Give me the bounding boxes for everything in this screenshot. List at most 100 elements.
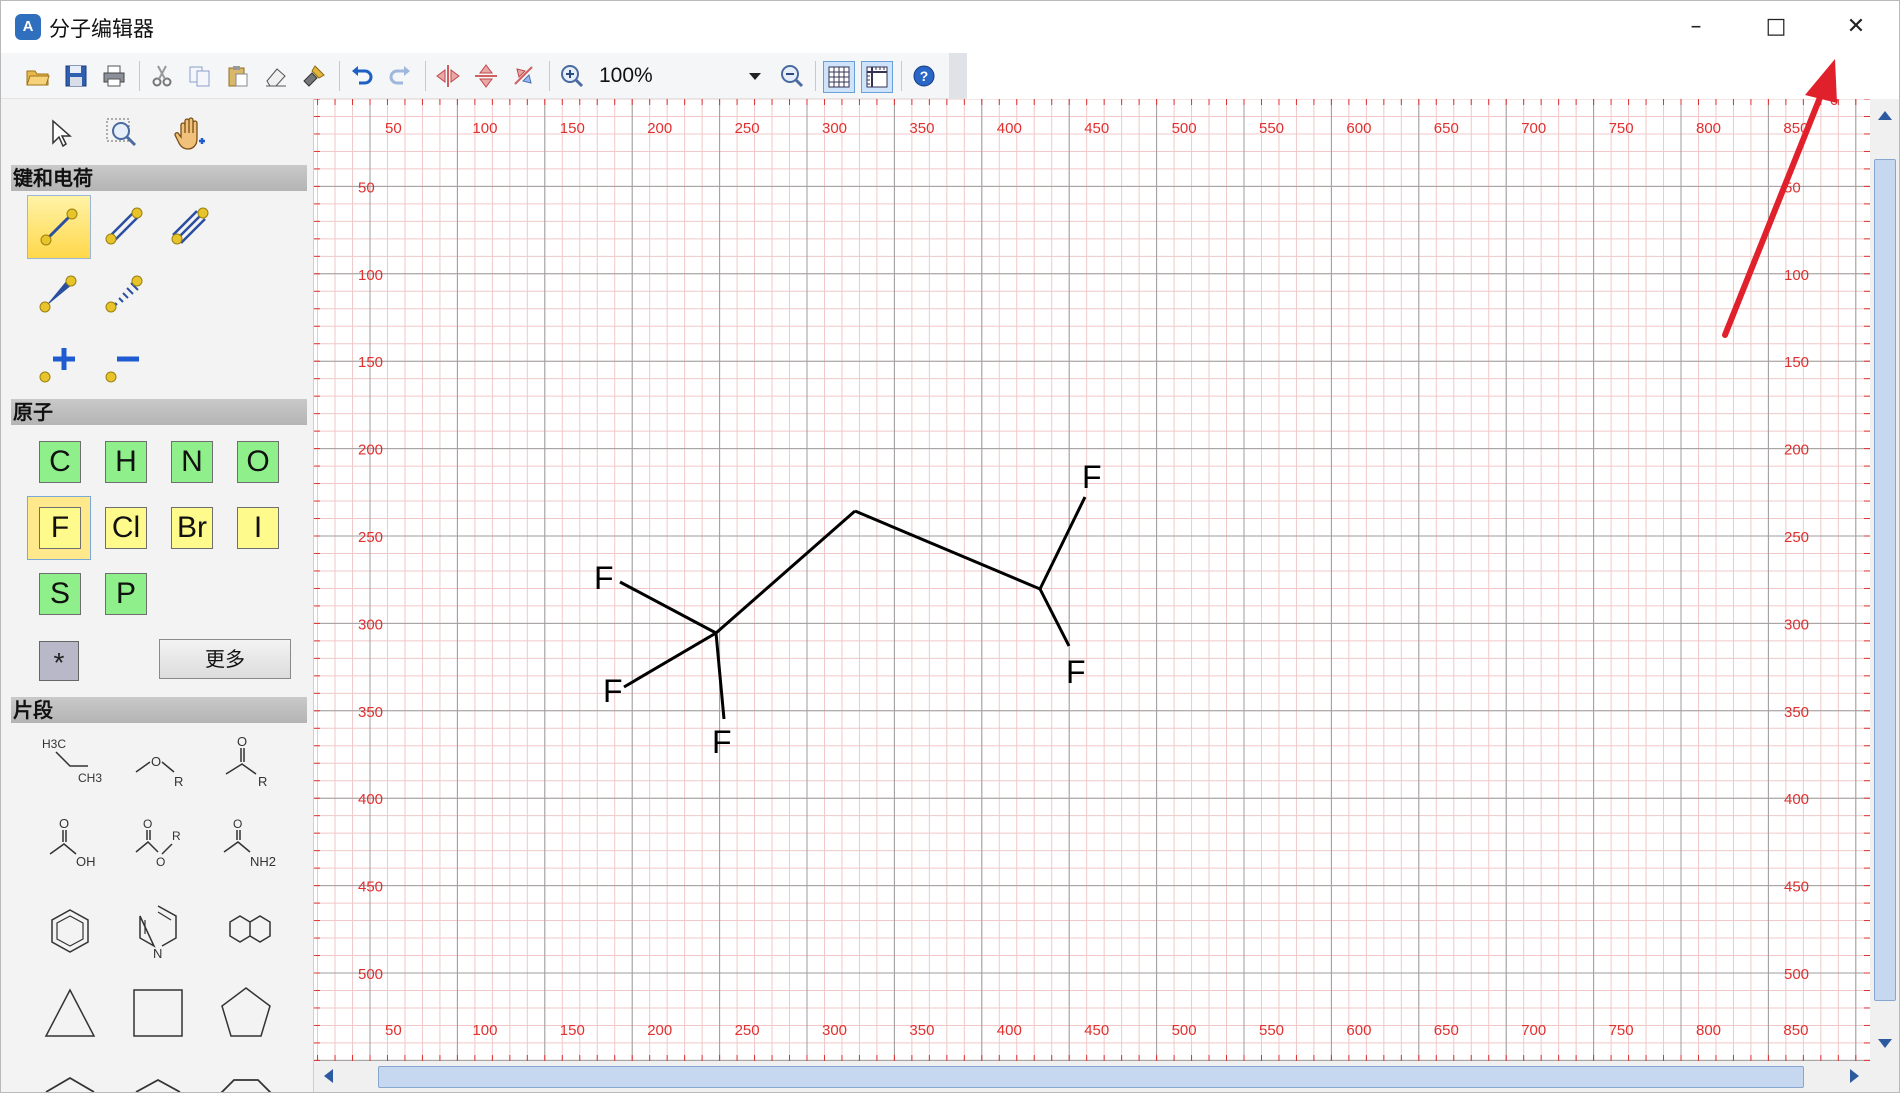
atom-p-button[interactable]: P xyxy=(105,573,147,615)
bond[interactable] xyxy=(1038,496,1087,590)
flip-vertical-button[interactable] xyxy=(471,61,501,91)
zoom-select-tool[interactable] xyxy=(93,103,155,165)
atom-h-button[interactable]: H xyxy=(105,441,147,483)
chevron-down-icon[interactable] xyxy=(749,73,761,80)
fragment-cycloheptane[interactable] xyxy=(115,1049,201,1092)
bond[interactable] xyxy=(854,509,1041,591)
open-folder-icon xyxy=(26,70,50,86)
scroll-right-arrow-icon[interactable] xyxy=(1850,1069,1859,1083)
bond[interactable] xyxy=(1038,588,1071,647)
close-button[interactable]: ✕ xyxy=(1816,1,1896,53)
molecule-drawing[interactable]: F F F F F xyxy=(594,459,1102,760)
fragment-amide[interactable]: O NH2 xyxy=(203,811,289,887)
fragment-cyclobutane[interactable] xyxy=(115,975,201,1051)
grid-icon xyxy=(828,66,850,88)
bond[interactable] xyxy=(619,580,717,635)
undo-icon xyxy=(352,66,373,85)
ketone-fragment-icon: O R xyxy=(225,734,267,789)
scroll-up-arrow-icon[interactable] xyxy=(1878,111,1892,120)
rotate-button[interactable] xyxy=(509,61,539,91)
positive-charge-tool[interactable] xyxy=(27,331,89,393)
print-button[interactable] xyxy=(99,61,129,91)
atom-label[interactable]: F xyxy=(603,673,623,709)
atom-f-button[interactable]: F xyxy=(39,507,81,549)
minimize-button[interactable]: – xyxy=(1656,1,1736,53)
ruler-y-label: 400 xyxy=(358,791,383,808)
flip-horizontal-button[interactable] xyxy=(433,61,463,91)
ruler-y-label: 50 xyxy=(358,179,375,196)
drawing-canvas[interactable]: 0505010010015015020020025025030030035035… xyxy=(314,99,1870,1061)
atom-i-button[interactable]: I xyxy=(237,507,279,549)
atom-label[interactable]: F xyxy=(712,724,732,760)
vertical-scrollbar[interactable] xyxy=(1870,99,1899,1061)
negative-charge-tool[interactable] xyxy=(93,331,155,393)
save-disk-icon xyxy=(65,65,87,87)
horizontal-scrollbar[interactable] xyxy=(314,1061,1870,1092)
grid-toggle-button[interactable] xyxy=(823,61,855,93)
annotation-arrow xyxy=(1722,59,1837,338)
hashed-bond-tool[interactable] xyxy=(93,263,155,325)
copy-button[interactable] xyxy=(185,61,215,91)
more-atoms-button[interactable]: 更多 xyxy=(159,639,291,679)
maximize-button[interactable]: □ xyxy=(1736,1,1816,53)
fragment-benzene[interactable] xyxy=(27,893,113,969)
fragment-ketone[interactable]: O R xyxy=(203,729,289,805)
ruler-x-label: 100 xyxy=(472,120,497,137)
ruler-y-label: 500 xyxy=(1784,966,1809,983)
atom-label[interactable]: F xyxy=(594,560,614,596)
paste-button[interactable] xyxy=(223,61,253,91)
atom-br-button[interactable]: Br xyxy=(171,507,213,549)
zoom-in-button[interactable] xyxy=(557,61,587,91)
double-bond-tool[interactable] xyxy=(93,195,155,257)
cut-button[interactable] xyxy=(147,61,177,91)
undo-button[interactable] xyxy=(347,61,377,91)
triple-bond-tool[interactable] xyxy=(159,195,221,257)
fragment-naphthalene[interactable] xyxy=(203,893,289,969)
redo-button[interactable] xyxy=(385,61,415,91)
zoom-out-button[interactable] xyxy=(777,61,807,91)
any-atom-button[interactable]: * xyxy=(39,641,79,681)
horizontal-scroll-thumb[interactable] xyxy=(378,1066,1804,1088)
atom-o-button[interactable]: O xyxy=(237,441,279,483)
format-painter-button[interactable] xyxy=(299,61,329,91)
fragment-cyclooctane[interactable] xyxy=(203,1049,289,1092)
atom-c-button[interactable]: C xyxy=(39,441,81,483)
ruler-x-label: 300 xyxy=(822,120,847,137)
fragment-cyclohexane-chair[interactable] xyxy=(27,1049,113,1092)
scroll-down-arrow-icon[interactable] xyxy=(1878,1039,1892,1048)
plus-charge-icon xyxy=(39,348,75,383)
atom-label[interactable]: F xyxy=(1066,654,1086,690)
fragment-ester[interactable]: O R O xyxy=(115,811,201,887)
pan-tool[interactable] xyxy=(159,103,221,165)
vertical-scroll-thumb[interactable] xyxy=(1874,159,1896,1001)
section-header-fragments: 片段 xyxy=(11,697,307,723)
atom-cl-button[interactable]: Cl xyxy=(105,507,147,549)
atom-n-button[interactable]: N xyxy=(171,441,213,483)
atom-label[interactable]: F xyxy=(1082,459,1102,495)
svg-text:OH: OH xyxy=(76,854,96,869)
ruler-x-label: 50 xyxy=(385,1022,402,1039)
fragment-ethyl[interactable]: H3C CH3 xyxy=(27,729,113,805)
ruler-x-label: 750 xyxy=(1609,1022,1634,1039)
fragment-cyclopropane[interactable] xyxy=(27,975,113,1051)
open-button[interactable] xyxy=(23,61,53,91)
amide-fragment-icon: O NH2 xyxy=(223,817,276,869)
toolbar-overflow-grip[interactable] xyxy=(949,53,967,98)
zoom-select[interactable]: 100% xyxy=(599,61,767,91)
save-button[interactable] xyxy=(61,61,91,91)
atom-s-button[interactable]: S xyxy=(39,573,81,615)
help-button[interactable]: ? xyxy=(909,61,939,91)
eraser-button[interactable] xyxy=(261,61,291,91)
fragment-ether[interactable]: O R xyxy=(115,729,201,805)
ruler-toggle-button[interactable] xyxy=(861,61,893,93)
fragment-carboxylic-acid[interactable]: O OH xyxy=(27,811,113,887)
ruler-labels: 0505010010015015020020025025030030035035… xyxy=(358,99,1838,1039)
fragment-cyclopentane[interactable] xyxy=(203,975,289,1051)
fragment-pyridine[interactable]: N xyxy=(115,893,201,969)
select-tool[interactable] xyxy=(27,103,89,165)
single-bond-tool[interactable] xyxy=(27,195,91,259)
ruler-x-label: 350 xyxy=(909,120,934,137)
scroll-left-arrow-icon[interactable] xyxy=(324,1069,333,1083)
ruler-x-label: 300 xyxy=(822,1022,847,1039)
wedge-bond-tool[interactable] xyxy=(27,263,89,325)
